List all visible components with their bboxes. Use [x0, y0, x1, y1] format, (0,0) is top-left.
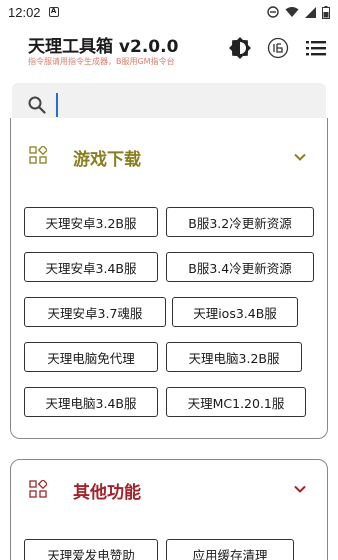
- search-input[interactable]: [56, 93, 306, 117]
- status-bar: 12:02 A: [0, 0, 338, 24]
- apps-grid-icon: [29, 480, 47, 498]
- wifi-icon: [285, 7, 299, 17]
- function-button[interactable]: 天理爱发电赞助: [24, 539, 158, 560]
- signal-icon: [305, 6, 316, 18]
- menu-button[interactable]: [304, 36, 328, 60]
- apps-grid-icon: [29, 146, 47, 164]
- chevron-down-icon[interactable]: [293, 482, 307, 496]
- download-button[interactable]: B服3.2冷更新资源: [166, 207, 314, 237]
- section-game-downloads: 游戏下载 天理安卓3.2B服 B服3.2冷更新资源 天理安卓3.4B服 B服3.…: [10, 118, 328, 439]
- notification-icon: A: [48, 7, 59, 17]
- status-icons: [267, 5, 330, 19]
- function-button[interactable]: 应用缓存清理: [166, 539, 294, 560]
- app-title: 天理工具箱 v2.0.0: [28, 37, 179, 57]
- section-header[interactable]: 游戏下载: [11, 118, 327, 174]
- do-not-disturb-icon: [267, 6, 279, 18]
- battery-icon: [322, 5, 330, 19]
- download-button[interactable]: 天理电脑免代理: [24, 342, 158, 372]
- download-button[interactable]: 天理电脑3.4B服: [24, 387, 158, 417]
- download-button[interactable]: 天理MC1.20.1服: [166, 387, 306, 417]
- app-header: 天理工具箱 v2.0.0 指令服请用指令生成器，B服用GM指令台: [0, 24, 338, 78]
- download-button[interactable]: 天理安卓3.4B服: [24, 252, 158, 282]
- vpn-badge-icon: [267, 37, 289, 59]
- download-button[interactable]: B服3.4冷更新资源: [166, 252, 314, 282]
- section-other-functions: 其他功能 天理爱发电赞助 应用缓存清理: [10, 459, 328, 560]
- search-icon: [28, 96, 46, 114]
- download-button[interactable]: 天理ios3.4B服: [172, 297, 298, 327]
- brightness-icon: [229, 37, 251, 59]
- app-subtitle: 指令服请用指令生成器，B服用GM指令台: [28, 57, 175, 66]
- status-time: 12:02: [8, 4, 41, 20]
- download-button[interactable]: 天理安卓3.7魂服: [24, 297, 166, 327]
- section-title: 游戏下载: [73, 150, 141, 170]
- chevron-down-icon[interactable]: [293, 150, 307, 164]
- vpn-button[interactable]: [266, 36, 290, 60]
- section-title: 其他功能: [73, 483, 141, 503]
- download-button[interactable]: 天理电脑3.2B服: [166, 342, 302, 372]
- menu-icon: [306, 41, 326, 56]
- section-header[interactable]: 其他功能: [11, 460, 327, 516]
- download-button[interactable]: 天理安卓3.2B服: [24, 207, 158, 237]
- theme-toggle-button[interactable]: [228, 36, 252, 60]
